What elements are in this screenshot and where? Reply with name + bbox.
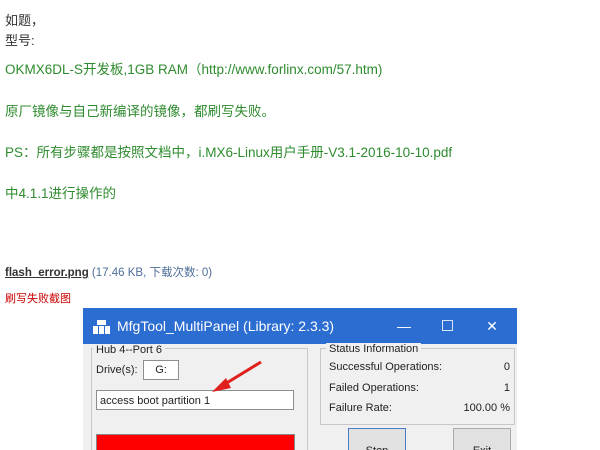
attachment-info: flash_error.png (17.46 KB, 下载次数: 0) <box>5 264 212 280</box>
close-icon[interactable]: ✕ <box>478 318 506 334</box>
stat-label-failure-rate: Failure Rate: <box>329 402 392 414</box>
mfgtool-screenshot: MfgTool_MultiPanel (Library: 2.3.3) — ✕ … <box>83 308 517 450</box>
stat-value-failure-rate: 100.00 % <box>463 402 510 414</box>
stat-label-successful: Successful Operations: <box>329 361 443 373</box>
operation-status-field: access boot partition 1 <box>96 390 294 410</box>
status-group-label: Status Information <box>326 343 422 355</box>
progress-bar-failed <box>96 434 295 450</box>
post-line-intro: 如题， <box>5 13 45 28</box>
drive-field: G: <box>143 360 179 380</box>
window-title: MfgTool_MultiPanel (Library: 2.3.3) <box>117 318 335 334</box>
stat-value-failed: 1 <box>503 382 510 394</box>
attachment-link[interactable]: flash_error.png <box>5 267 89 279</box>
post-line-failure: 原厂镜像与自己新编译的镜像，都刷写失败。 <box>5 104 275 119</box>
attachment-meta: (17.46 KB, 下载次数: 0) <box>91 267 213 279</box>
drive-label: Drive(s): <box>96 364 138 376</box>
post-line-ps: PS：所有步骤都是按照文档中，i.MX6-Linux用户手册-V3.1-2016… <box>5 145 453 160</box>
stop-button[interactable]: Stop <box>348 428 406 450</box>
post-line-model: OKMX6DL-S开发板,1GB RAM（http://www.forlinx.… <box>5 62 383 77</box>
maximize-icon[interactable] <box>433 318 461 334</box>
app-icon <box>93 320 110 334</box>
hub-port-label: Hub 4--Port 6 <box>93 344 166 356</box>
stat-label-failed: Failed Operations: <box>329 382 419 394</box>
minimize-icon[interactable]: — <box>390 318 418 334</box>
exit-button[interactable]: Exit <box>453 428 511 450</box>
post-line-section: 中4.1.1进行操作的 <box>5 186 117 201</box>
window-titlebar: MfgTool_MultiPanel (Library: 2.3.3) — ✕ <box>83 308 517 344</box>
stat-value-successful: 0 <box>503 361 510 373</box>
post-line-model-label: 型号: <box>5 33 35 48</box>
attachment-caption: 刷写失败截图 <box>5 293 71 305</box>
